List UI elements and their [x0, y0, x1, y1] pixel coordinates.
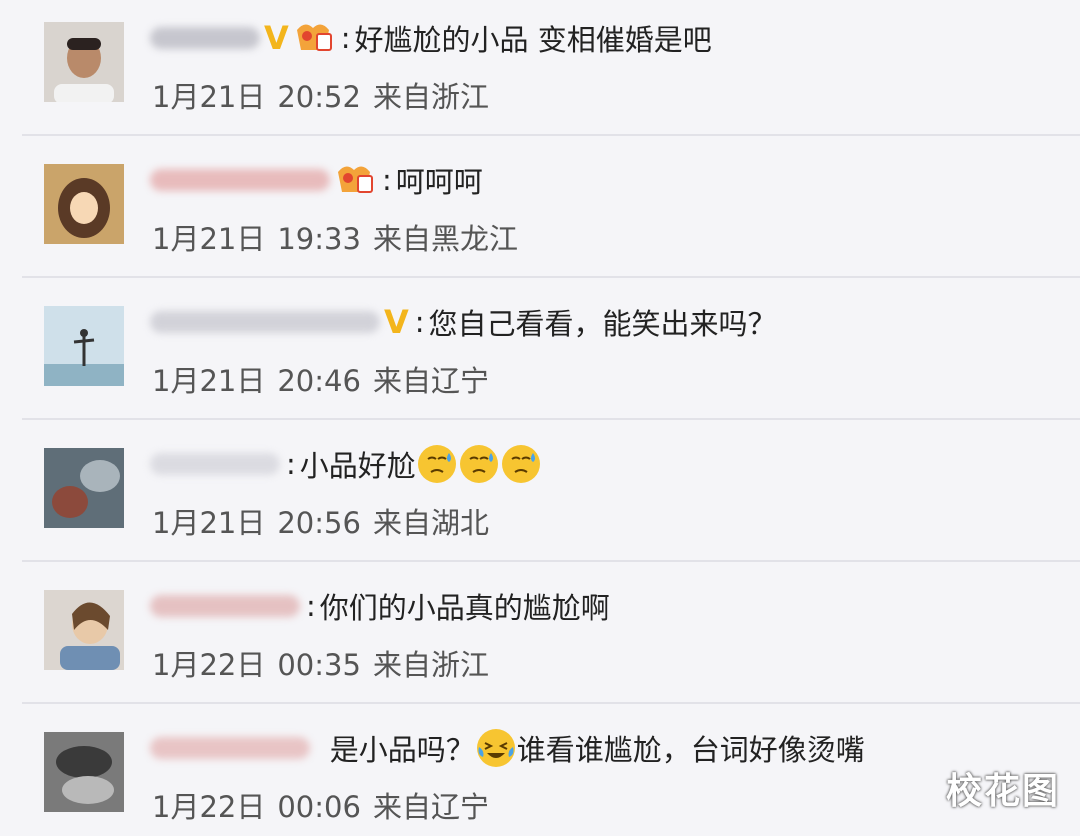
crying-laughing-face-icon [475, 727, 517, 769]
comment-line: V : 好尴尬的小品 变相催婚是吧 [150, 14, 712, 62]
verified-v-icon: V [384, 303, 409, 341]
comment-date: 1月21日 [152, 506, 266, 540]
comment-item[interactable]: V : 好尴尬的小品 变相催婚是吧 1月21日 20:52 来自浙江 [0, 0, 1080, 142]
comment-line: : 你们的小品真的尴尬啊 [150, 582, 610, 630]
comment-date: 1月22日 [152, 790, 266, 824]
comment-date: 1月21日 [152, 80, 266, 114]
comment-meta: 1月21日 19:33 来自黑龙江 [152, 216, 530, 258]
comment-time: 19:33 [277, 222, 361, 256]
comment-text: 好尴尬的小品 变相催婚是吧 [354, 23, 712, 57]
colon: : [382, 163, 392, 197]
verified-v-icon: V [264, 19, 289, 57]
sweat-face-icon [458, 443, 500, 485]
comment-meta: 1月21日 20:56 来自湖北 [152, 500, 501, 542]
level-badge-icon [332, 162, 376, 198]
comment-line: V : 您自己看看，能笑出来吗？ [150, 298, 777, 346]
comment-text: 是小品吗？ [329, 733, 475, 767]
colon: : [306, 589, 316, 623]
comment-text: 你们的小品真的尴尬啊 [319, 591, 610, 625]
watermark: 校花图 [945, 771, 1060, 812]
comment-text: 小品好尬 [299, 449, 416, 483]
comment-date: 1月22日 [152, 648, 266, 682]
comment-line: : 呵呵呵 [150, 156, 483, 204]
username[interactable] [150, 595, 300, 617]
comment-date: 1月21日 [152, 222, 266, 256]
colon: : [414, 305, 425, 339]
avatar[interactable] [44, 732, 124, 812]
comment-item[interactable]: : 是小品吗？ 谁看谁尴尬，台词好像烫嘴 1月22日 00:06 来自辽宁 [0, 710, 1080, 836]
colon: : [286, 447, 296, 481]
comment-item[interactable]: : 呵呵呵 1月21日 19:33 来自黑龙江 [0, 142, 1080, 284]
comment-meta: 1月21日 20:46 来自辽宁 [152, 358, 501, 400]
comment-time: 00:35 [277, 648, 361, 682]
comment-time: 00:06 [277, 790, 361, 824]
avatar[interactable] [44, 164, 124, 244]
avatar[interactable] [44, 448, 124, 528]
avatar[interactable] [44, 22, 124, 102]
avatar[interactable] [44, 306, 124, 386]
username[interactable] [150, 453, 280, 475]
divider [22, 134, 1080, 136]
comment-location: 来自辽宁 [372, 364, 489, 398]
divider [22, 702, 1080, 704]
comment-item[interactable]: : 小品好尬 1月21日 20:56 来自湖北 [0, 426, 1080, 568]
comment-text: 您自己看看，能笑出来吗？ [428, 307, 777, 341]
comment-location: 来自辽宁 [372, 790, 489, 824]
sweat-face-icon [500, 443, 542, 485]
comment-location: 来自浙江 [372, 80, 489, 114]
comment-text: 呵呵呵 [395, 165, 483, 199]
colon: : [340, 21, 351, 55]
username[interactable] [150, 311, 380, 333]
comment-item[interactable]: V : 您自己看看，能笑出来吗？ 1月21日 20:46 来自辽宁 [0, 284, 1080, 426]
avatar[interactable] [44, 590, 124, 670]
comment-location: 来自浙江 [372, 648, 489, 682]
level-badge-icon [291, 20, 335, 56]
comment-date: 1月21日 [152, 364, 266, 398]
comment-location: 来自湖北 [372, 506, 489, 540]
comment-line: : 小品好尬 [150, 440, 542, 488]
comment-meta: 1月21日 20:52 来自浙江 [152, 74, 501, 116]
divider [22, 276, 1080, 278]
comment-feed: V : 好尴尬的小品 变相催婚是吧 1月21日 20:52 来自浙江: 呵呵呵… [0, 0, 1080, 836]
comment-meta: 1月22日 00:06 来自辽宁 [152, 784, 501, 826]
divider [22, 418, 1080, 420]
comment-item[interactable]: : 你们的小品真的尴尬啊 1月22日 00:35 来自浙江 [0, 568, 1080, 710]
username[interactable] [150, 737, 310, 759]
comment-location: 来自黑龙江 [372, 222, 518, 256]
comment-text: 谁看谁尴尬，台词好像烫嘴 [516, 733, 865, 767]
sweat-face-icon [416, 443, 458, 485]
comment-time: 20:52 [277, 80, 361, 114]
comment-time: 20:46 [277, 364, 361, 398]
comment-meta: 1月22日 00:35 来自浙江 [152, 642, 501, 684]
comment-time: 20:56 [277, 506, 361, 540]
username[interactable] [150, 27, 260, 49]
divider [22, 560, 1080, 562]
username[interactable] [150, 169, 330, 191]
comment-line: : 是小品吗？ 谁看谁尴尬，台词好像烫嘴 [150, 724, 865, 772]
